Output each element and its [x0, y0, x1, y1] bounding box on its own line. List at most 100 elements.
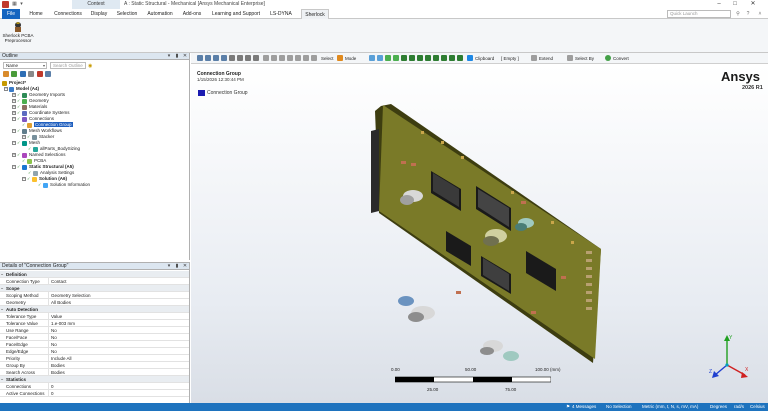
context-tab[interactable]: Context — [72, 0, 120, 9]
close-panel-icon[interactable]: ✕ — [182, 263, 188, 270]
extend-dropdown[interactable]: Extend — [539, 53, 553, 64]
maximize-button[interactable]: □ — [728, 0, 742, 9]
unit-system-status[interactable]: Metric (mm, t, N, s, mV, mA) — [642, 403, 698, 411]
zoom-fit-icon[interactable] — [221, 55, 227, 61]
details-row[interactable]: Search Across Bodies — [0, 369, 189, 376]
details-row[interactable]: Scoping Method Geometry Selection — [0, 292, 189, 299]
pan-icon[interactable] — [237, 55, 243, 61]
pin-icon[interactable]: ▾ — [166, 263, 172, 270]
messages-icon[interactable]: ⚑ — [566, 403, 570, 411]
details-section-statistics[interactable]: − Statistics — [0, 376, 189, 383]
collapse-toggle-icon[interactable]: − — [12, 141, 16, 145]
expand-toggle-icon[interactable]: + — [12, 93, 16, 97]
box-select-icon[interactable] — [287, 55, 293, 61]
previous-view-icon[interactable] — [263, 55, 269, 61]
expand-toggle-icon[interactable]: + — [12, 105, 16, 109]
sherlock-pcba-preprocessor-button[interactable]: Sherlock PCBA Preprocessor — [2, 21, 34, 51]
tab-selection[interactable]: Selection — [114, 9, 140, 19]
convert-icon[interactable] — [605, 55, 611, 61]
suppress-icon[interactable] — [36, 71, 43, 77]
select-node-icon[interactable] — [401, 55, 407, 61]
details-section-definition[interactable]: − Definition — [0, 271, 189, 278]
help-icon[interactable]: ? — [744, 10, 752, 18]
search-icon[interactable]: ⚲ — [734, 10, 742, 18]
zoom-out-icon[interactable] — [205, 55, 211, 61]
expand-toggle-icon[interactable]: + — [12, 99, 16, 103]
convert-dropdown[interactable]: Convert — [613, 53, 629, 64]
pin-icon[interactable]: ▾ — [166, 53, 172, 60]
details-row[interactable]: Use Range No — [0, 327, 189, 334]
az-sort-icon[interactable] — [44, 71, 51, 77]
look-at-icon[interactable] — [245, 55, 251, 61]
details-row[interactable]: Active Connections 0 — [0, 390, 189, 397]
select-face-icon[interactable] — [385, 55, 391, 61]
tab-ls-dyna-pre[interactable]: LS-DYNA Pre — [266, 9, 296, 27]
search-options-icon[interactable]: ◉ — [88, 63, 92, 69]
zoom-box-icon[interactable] — [213, 55, 219, 61]
close-panel-icon[interactable]: ✕ — [182, 53, 188, 60]
details-row[interactable]: Connections 0 — [0, 383, 189, 390]
autohide-icon[interactable]: ▮ — [174, 263, 180, 270]
tab-home[interactable]: Home — [26, 9, 46, 19]
select-path-icon[interactable] — [449, 55, 455, 61]
select-element-face-icon[interactable] — [409, 55, 415, 61]
expand-toggle-icon[interactable]: + — [12, 153, 16, 157]
rate-unit-status[interactable]: rad/s — [734, 403, 744, 411]
tab-display[interactable]: Display — [88, 9, 110, 19]
tree-filter-icon[interactable] — [19, 71, 26, 77]
clipboard-dropdown[interactable]: Clipboard — [475, 53, 494, 64]
mode-dropdown[interactable]: Mode — [345, 53, 356, 64]
minimize-button[interactable]: – — [712, 0, 726, 9]
sort-icon[interactable] — [28, 71, 35, 77]
select-body-icon[interactable] — [393, 55, 399, 61]
collapse-toggle-icon[interactable]: − — [12, 165, 16, 169]
tab-connections[interactable]: Connections — [50, 9, 86, 19]
single-select-icon[interactable] — [279, 55, 285, 61]
select-element-icon[interactable] — [417, 55, 423, 61]
tab-add-ons[interactable]: Add-ons — [180, 9, 204, 19]
select-vertex-icon[interactable] — [369, 55, 375, 61]
clipboard-icon[interactable] — [467, 55, 473, 61]
select-edge-icon[interactable] — [377, 55, 383, 61]
outline-search-input[interactable]: Search Outline — [50, 62, 86, 69]
select-by-dropdown[interactable]: Select By — [575, 53, 594, 64]
angle-unit-status[interactable]: Degrees — [710, 403, 727, 411]
details-row[interactable]: Edge/Edge No — [0, 348, 189, 355]
close-button[interactable]: ✕ — [746, 0, 760, 9]
iso-view-icon[interactable] — [253, 55, 259, 61]
extend-icon[interactable] — [531, 55, 537, 61]
collapse-toggle-icon[interactable]: − — [4, 87, 8, 91]
outline-filter-select[interactable]: Name ▾ — [3, 62, 47, 69]
save-icon[interactable]: ▦ — [12, 1, 17, 7]
details-row[interactable]: Tolerance Value 1.e-003 mm — [0, 320, 189, 327]
temperature-unit-status[interactable]: Celsius — [750, 403, 765, 411]
tab-sherlock[interactable]: Sherlock — [301, 9, 329, 19]
collapse-icon[interactable] — [11, 71, 18, 77]
pcb-model[interactable] — [361, 101, 621, 366]
details-row[interactable]: Tolerance Type Value — [0, 313, 189, 320]
graphics-viewport[interactable]: Select Mode Clipboard [ Empty ] Extend S… — [191, 53, 768, 403]
paint-select-icon[interactable] — [303, 55, 309, 61]
messages-status[interactable]: 4 Messages — [572, 403, 596, 411]
details-row[interactable]: Priority Include All — [0, 355, 189, 362]
details-row[interactable]: Face/Edge No — [0, 341, 189, 348]
expand-toggle-icon[interactable]: + — [12, 111, 16, 115]
collapse-toggle-icon[interactable]: − — [22, 177, 26, 181]
collapse-toggle-icon[interactable]: − — [12, 117, 16, 121]
select-body-mesh-icon[interactable] — [433, 55, 439, 61]
coordinate-triad[interactable]: Y X Z — [707, 331, 753, 383]
details-row[interactable]: Group By Bodies — [0, 362, 189, 369]
details-section-auto-detection[interactable]: − Auto Detection — [0, 306, 189, 313]
details-row[interactable]: Connection Type Contact — [0, 278, 189, 285]
tab-automation[interactable]: Automation — [144, 9, 176, 19]
details-row[interactable]: Face/Face No — [0, 334, 189, 341]
details-section-scope[interactable]: − Scope — [0, 285, 189, 292]
lasso-select-icon[interactable] — [295, 55, 301, 61]
tab-learning-and-support[interactable]: Learning and Support — [209, 9, 263, 19]
collapse-toggle-icon[interactable]: − — [12, 129, 16, 133]
details-row[interactable]: Geometry All Bodies — [0, 299, 189, 306]
ansys-app-icon[interactable] — [2, 1, 9, 8]
select-mesh-icon[interactable] — [425, 55, 431, 61]
quick-access-dropdown-icon[interactable]: ▾ — [19, 1, 24, 7]
tab-file[interactable]: File — [2, 9, 20, 19]
